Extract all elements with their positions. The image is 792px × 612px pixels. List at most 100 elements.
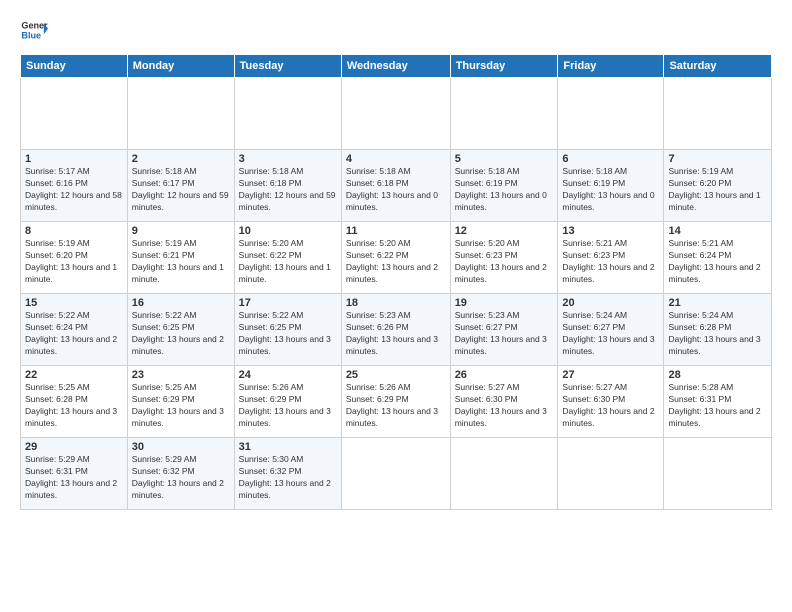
calendar-cell: 11Sunrise: 5:20 AMSunset: 6:22 PMDayligh… (341, 222, 450, 294)
day-info: Sunrise: 5:26 AMSunset: 6:29 PMDaylight:… (346, 382, 446, 430)
day-info: Sunrise: 5:22 AMSunset: 6:25 PMDaylight:… (132, 310, 230, 358)
day-info: Sunrise: 5:18 AMSunset: 6:18 PMDaylight:… (239, 166, 337, 214)
calendar-cell: 17Sunrise: 5:22 AMSunset: 6:25 PMDayligh… (234, 294, 341, 366)
day-number: 18 (346, 297, 446, 309)
calendar-cell: 24Sunrise: 5:26 AMSunset: 6:29 PMDayligh… (234, 366, 341, 438)
calendar-cell: 26Sunrise: 5:27 AMSunset: 6:30 PMDayligh… (450, 366, 558, 438)
day-number: 5 (455, 153, 554, 165)
weekday-header-saturday: Saturday (664, 55, 772, 78)
day-number: 8 (25, 225, 123, 237)
weekday-header-thursday: Thursday (450, 55, 558, 78)
calendar-cell: 16Sunrise: 5:22 AMSunset: 6:25 PMDayligh… (127, 294, 234, 366)
calendar-cell: 7Sunrise: 5:19 AMSunset: 6:20 PMDaylight… (664, 150, 772, 222)
calendar-cell: 21Sunrise: 5:24 AMSunset: 6:28 PMDayligh… (664, 294, 772, 366)
day-number: 25 (346, 369, 446, 381)
calendar-cell: 3Sunrise: 5:18 AMSunset: 6:18 PMDaylight… (234, 150, 341, 222)
calendar-cell: 8Sunrise: 5:19 AMSunset: 6:20 PMDaylight… (21, 222, 128, 294)
calendar-cell: 30Sunrise: 5:29 AMSunset: 6:32 PMDayligh… (127, 438, 234, 510)
day-info: Sunrise: 5:29 AMSunset: 6:31 PMDaylight:… (25, 454, 123, 502)
calendar-cell: 28Sunrise: 5:28 AMSunset: 6:31 PMDayligh… (664, 366, 772, 438)
day-number: 16 (132, 297, 230, 309)
calendar-cell (341, 438, 450, 510)
calendar-cell: 12Sunrise: 5:20 AMSunset: 6:23 PMDayligh… (450, 222, 558, 294)
day-number: 11 (346, 225, 446, 237)
day-number: 29 (25, 441, 123, 453)
calendar-cell (450, 78, 558, 150)
day-number: 4 (346, 153, 446, 165)
calendar-cell (21, 78, 128, 150)
calendar-cell (127, 78, 234, 150)
day-number: 7 (668, 153, 767, 165)
day-info: Sunrise: 5:22 AMSunset: 6:24 PMDaylight:… (25, 310, 123, 358)
day-info: Sunrise: 5:18 AMSunset: 6:17 PMDaylight:… (132, 166, 230, 214)
day-info: Sunrise: 5:22 AMSunset: 6:25 PMDaylight:… (239, 310, 337, 358)
calendar-cell: 1Sunrise: 5:17 AMSunset: 6:16 PMDaylight… (21, 150, 128, 222)
day-info: Sunrise: 5:17 AMSunset: 6:16 PMDaylight:… (25, 166, 123, 214)
day-number: 6 (562, 153, 659, 165)
day-number: 31 (239, 441, 337, 453)
weekday-header-tuesday: Tuesday (234, 55, 341, 78)
calendar-cell: 2Sunrise: 5:18 AMSunset: 6:17 PMDaylight… (127, 150, 234, 222)
calendar-cell: 31Sunrise: 5:30 AMSunset: 6:32 PMDayligh… (234, 438, 341, 510)
calendar-cell: 23Sunrise: 5:25 AMSunset: 6:29 PMDayligh… (127, 366, 234, 438)
day-number: 3 (239, 153, 337, 165)
weekday-header-wednesday: Wednesday (341, 55, 450, 78)
calendar-cell: 6Sunrise: 5:18 AMSunset: 6:19 PMDaylight… (558, 150, 664, 222)
day-info: Sunrise: 5:21 AMSunset: 6:24 PMDaylight:… (668, 238, 767, 286)
calendar-cell: 5Sunrise: 5:18 AMSunset: 6:19 PMDaylight… (450, 150, 558, 222)
calendar-cell: 25Sunrise: 5:26 AMSunset: 6:29 PMDayligh… (341, 366, 450, 438)
day-info: Sunrise: 5:29 AMSunset: 6:32 PMDaylight:… (132, 454, 230, 502)
day-info: Sunrise: 5:24 AMSunset: 6:27 PMDaylight:… (562, 310, 659, 358)
weekday-header-sunday: Sunday (21, 55, 128, 78)
calendar-cell (341, 78, 450, 150)
day-info: Sunrise: 5:19 AMSunset: 6:20 PMDaylight:… (25, 238, 123, 286)
day-number: 22 (25, 369, 123, 381)
calendar-cell: 9Sunrise: 5:19 AMSunset: 6:21 PMDaylight… (127, 222, 234, 294)
calendar-cell: 19Sunrise: 5:23 AMSunset: 6:27 PMDayligh… (450, 294, 558, 366)
day-number: 2 (132, 153, 230, 165)
day-info: Sunrise: 5:20 AMSunset: 6:22 PMDaylight:… (346, 238, 446, 286)
svg-text:Blue: Blue (21, 30, 41, 40)
calendar-table: SundayMondayTuesdayWednesdayThursdayFrid… (20, 54, 772, 510)
day-info: Sunrise: 5:27 AMSunset: 6:30 PMDaylight:… (562, 382, 659, 430)
header: General Blue (20, 16, 772, 44)
logo-icon: General Blue (20, 16, 48, 44)
day-info: Sunrise: 5:19 AMSunset: 6:20 PMDaylight:… (668, 166, 767, 214)
calendar-cell: 20Sunrise: 5:24 AMSunset: 6:27 PMDayligh… (558, 294, 664, 366)
day-number: 19 (455, 297, 554, 309)
calendar-cell: 4Sunrise: 5:18 AMSunset: 6:18 PMDaylight… (341, 150, 450, 222)
page: General Blue SundayMondayTuesdayWednesda… (0, 0, 792, 612)
day-info: Sunrise: 5:28 AMSunset: 6:31 PMDaylight:… (668, 382, 767, 430)
calendar-cell (450, 438, 558, 510)
calendar-cell: 13Sunrise: 5:21 AMSunset: 6:23 PMDayligh… (558, 222, 664, 294)
day-info: Sunrise: 5:18 AMSunset: 6:19 PMDaylight:… (455, 166, 554, 214)
calendar-cell: 22Sunrise: 5:25 AMSunset: 6:28 PMDayligh… (21, 366, 128, 438)
day-number: 9 (132, 225, 230, 237)
calendar-cell: 15Sunrise: 5:22 AMSunset: 6:24 PMDayligh… (21, 294, 128, 366)
day-info: Sunrise: 5:27 AMSunset: 6:30 PMDaylight:… (455, 382, 554, 430)
day-number: 27 (562, 369, 659, 381)
day-info: Sunrise: 5:20 AMSunset: 6:22 PMDaylight:… (239, 238, 337, 286)
day-number: 10 (239, 225, 337, 237)
calendar-cell: 14Sunrise: 5:21 AMSunset: 6:24 PMDayligh… (664, 222, 772, 294)
calendar-cell (234, 78, 341, 150)
calendar-cell: 18Sunrise: 5:23 AMSunset: 6:26 PMDayligh… (341, 294, 450, 366)
day-number: 20 (562, 297, 659, 309)
day-info: Sunrise: 5:18 AMSunset: 6:19 PMDaylight:… (562, 166, 659, 214)
day-info: Sunrise: 5:23 AMSunset: 6:26 PMDaylight:… (346, 310, 446, 358)
day-number: 26 (455, 369, 554, 381)
day-number: 24 (239, 369, 337, 381)
day-number: 30 (132, 441, 230, 453)
day-info: Sunrise: 5:25 AMSunset: 6:29 PMDaylight:… (132, 382, 230, 430)
calendar-cell (558, 438, 664, 510)
day-number: 12 (455, 225, 554, 237)
calendar-cell: 10Sunrise: 5:20 AMSunset: 6:22 PMDayligh… (234, 222, 341, 294)
day-number: 23 (132, 369, 230, 381)
day-number: 13 (562, 225, 659, 237)
day-info: Sunrise: 5:30 AMSunset: 6:32 PMDaylight:… (239, 454, 337, 502)
calendar-cell (664, 438, 772, 510)
day-info: Sunrise: 5:18 AMSunset: 6:18 PMDaylight:… (346, 166, 446, 214)
day-info: Sunrise: 5:24 AMSunset: 6:28 PMDaylight:… (668, 310, 767, 358)
calendar-cell (558, 78, 664, 150)
logo: General Blue (20, 16, 48, 44)
